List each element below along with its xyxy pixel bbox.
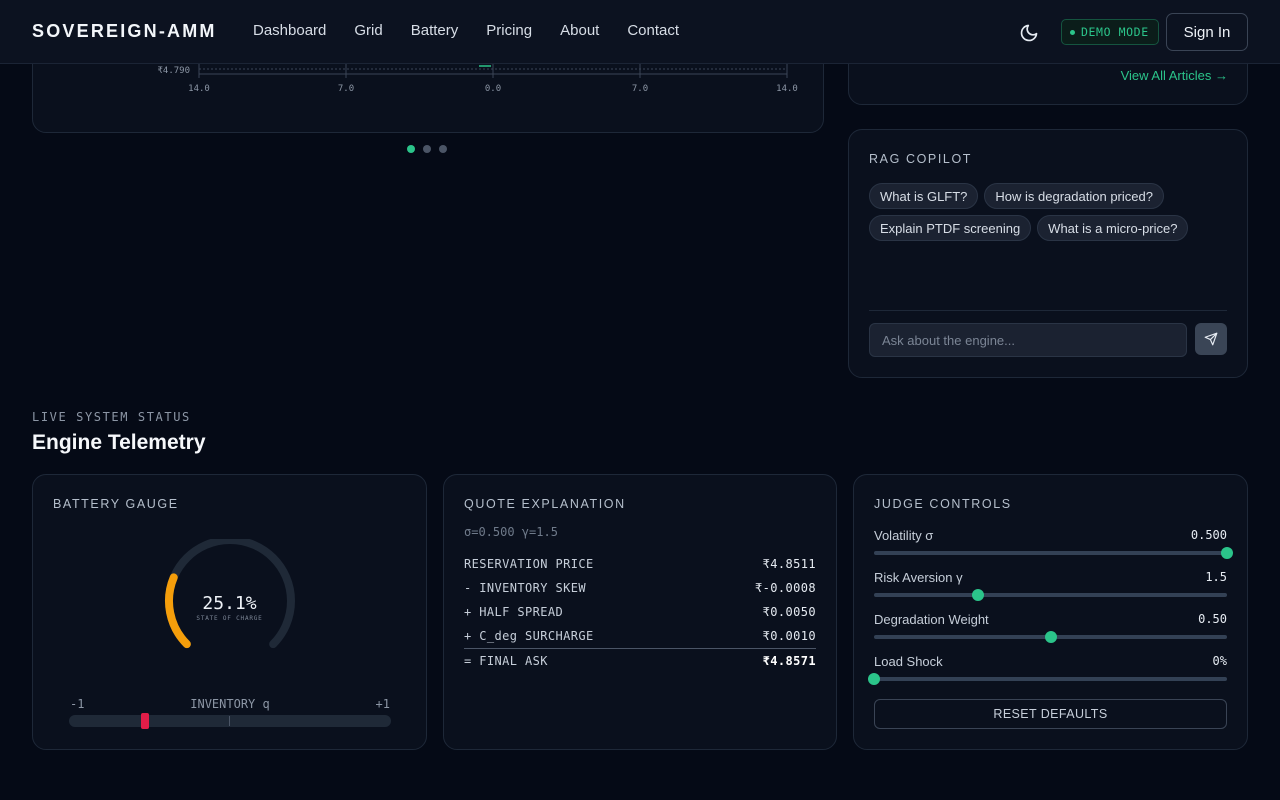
nav-link-contact[interactable]: Contact [627, 22, 679, 39]
battery-gauge-card: BATTERY GAUGE 25.1% STATE OF CHARGE -1 I… [32, 474, 427, 750]
suggestion-chips: What is GLFT? How is degradation priced?… [869, 183, 1229, 241]
rag-copilot-card: RAG COPILOT What is GLFT? How is degrada… [848, 129, 1248, 378]
slider-track[interactable] [874, 631, 1227, 643]
carousel-dot-3[interactable] [439, 145, 447, 153]
nav-link-dashboard[interactable]: Dashboard [253, 22, 326, 39]
quote-row: - INVENTORY SKEW ₹-0.0008 [464, 576, 816, 600]
final-ask-value: ₹4.8571 [762, 653, 816, 668]
risk-aversion-slider[interactable]: Risk Aversion γ 1.5 [874, 570, 1227, 601]
slider-value: 1.5 [1205, 570, 1227, 584]
quote-row-label: - INVENTORY SKEW [464, 581, 586, 595]
battery-gauge-title: BATTERY GAUGE [53, 497, 179, 511]
suggestion-chip[interactable]: What is GLFT? [869, 183, 979, 209]
rag-divider [869, 310, 1227, 311]
inventory-min-label: -1 [70, 697, 85, 711]
x-tick-label: 14.0 [776, 84, 798, 94]
quote-row-value: ₹4.8511 [762, 557, 816, 571]
quote-row: RESERVATION PRICE ₹4.8511 [464, 552, 816, 576]
slider-thumb[interactable] [972, 589, 985, 601]
slider-label: Degradation Weight [874, 612, 989, 627]
judge-controls-title: JUDGE CONTROLS [874, 497, 1012, 511]
quote-params: σ=0.500 γ=1.5 [464, 525, 558, 539]
y-tick-label: ₹4.790 [157, 66, 190, 76]
quote-row-label: + HALF SPREAD [464, 605, 564, 619]
demo-mode-badge: DEMO MODE [1061, 19, 1159, 45]
carousel-dot-2[interactable] [423, 145, 431, 153]
inventory-max-label: +1 [375, 697, 390, 711]
x-tick-label: 7.0 [338, 84, 354, 94]
x-tick-label: 7.0 [632, 84, 648, 94]
nav-link-pricing[interactable]: Pricing [486, 22, 532, 39]
send-button[interactable] [1195, 323, 1227, 355]
judge-controls-card: JUDGE CONTROLS Volatility σ 0.500 Risk Av… [853, 474, 1248, 750]
slider-track[interactable] [868, 673, 1227, 685]
x-tick-label: 14.0 [188, 84, 210, 94]
theme-toggle-button[interactable] [1016, 20, 1042, 46]
slider-thumb[interactable] [868, 673, 880, 685]
suggestion-chip[interactable]: Explain PTDF screening [869, 215, 1032, 241]
send-icon [1204, 332, 1218, 346]
nav-link-battery[interactable]: Battery [411, 22, 459, 39]
inventory-bar [69, 713, 391, 729]
section-kicker: LIVE SYSTEM STATUS [32, 410, 191, 424]
reset-defaults-button[interactable]: RESET DEFAULTS [874, 699, 1227, 729]
nav-link-about[interactable]: About [560, 22, 599, 39]
inventory-center-tick [229, 716, 230, 726]
quote-rows: RESERVATION PRICE ₹4.8511 - INVENTORY SK… [464, 552, 816, 672]
view-all-articles-link[interactable]: View All Articles → [1121, 68, 1228, 83]
suggestion-chip[interactable]: How is degradation priced? [984, 183, 1164, 209]
inventory-label: INVENTORY q [190, 697, 270, 711]
rag-question-input[interactable] [869, 323, 1187, 357]
degradation-weight-slider[interactable]: Degradation Weight 0.50 [874, 612, 1227, 643]
slider-label: Risk Aversion γ [874, 570, 963, 585]
slider-value: 0.50 [1198, 612, 1227, 626]
slider-track[interactable] [874, 589, 1227, 601]
soc-caption: STATE OF CHARGE [196, 615, 263, 622]
quote-row-value: ₹0.0010 [762, 629, 816, 643]
top-navbar: SOVEREIGN-AMM Dashboard Grid Battery Pri… [0, 0, 1280, 64]
carousel-dot-1[interactable] [407, 145, 415, 153]
final-ask-row: = FINAL ASK ₹4.8571 [464, 648, 816, 672]
slider-value: 0% [1212, 654, 1227, 668]
slider-track[interactable] [874, 547, 1233, 559]
quote-row-value: ₹-0.0008 [755, 581, 816, 595]
moon-icon [1020, 24, 1038, 42]
suggestion-chip[interactable]: What is a micro-price? [1037, 215, 1189, 241]
x-tick-label: 0.0 [485, 84, 501, 94]
status-dot [1070, 29, 1075, 35]
volatility-slider[interactable]: Volatility σ 0.500 [874, 528, 1233, 559]
sign-in-button[interactable]: Sign In [1166, 13, 1248, 51]
inventory-labels: -1 INVENTORY q +1 [70, 697, 390, 711]
x-axis-ticks: 14.0 7.0 0.0 7.0 14.0 [188, 61, 798, 94]
demo-mode-label: DEMO MODE [1081, 25, 1149, 39]
quote-row-value: ₹0.0050 [762, 605, 816, 619]
nav-links: Dashboard Grid Battery Pricing About Con… [253, 22, 679, 39]
load-shock-slider[interactable]: Load Shock 0% [868, 654, 1227, 685]
carousel-dots [407, 145, 447, 153]
slider-label: Load Shock [874, 654, 943, 669]
quote-explanation-card: QUOTE EXPLANATION σ=0.500 γ=1.5 RESERVAT… [443, 474, 837, 750]
slider-thumb[interactable] [1044, 631, 1057, 643]
quote-row: + C_deg SURCHARGE ₹0.0010 [464, 624, 816, 648]
quote-row: + HALF SPREAD ₹0.0050 [464, 600, 816, 624]
slider-value: 0.500 [1190, 528, 1227, 542]
nav-link-grid[interactable]: Grid [354, 22, 382, 39]
final-ask-label: = FINAL ASK [464, 653, 548, 668]
slider-label: Volatility σ [874, 528, 934, 543]
section-title: Engine Telemetry [32, 431, 206, 454]
slider-thumb[interactable] [1221, 547, 1233, 559]
brand-logo[interactable]: SOVEREIGN-AMM [32, 21, 217, 42]
soc-value: 25.1% [202, 593, 257, 614]
quote-explanation-title: QUOTE EXPLANATION [464, 497, 626, 511]
quote-row-label: RESERVATION PRICE [464, 557, 594, 571]
rag-copilot-title: RAG COPILOT [869, 152, 973, 166]
inventory-marker [140, 713, 149, 729]
quote-row-label: + C_deg SURCHARGE [464, 629, 594, 643]
